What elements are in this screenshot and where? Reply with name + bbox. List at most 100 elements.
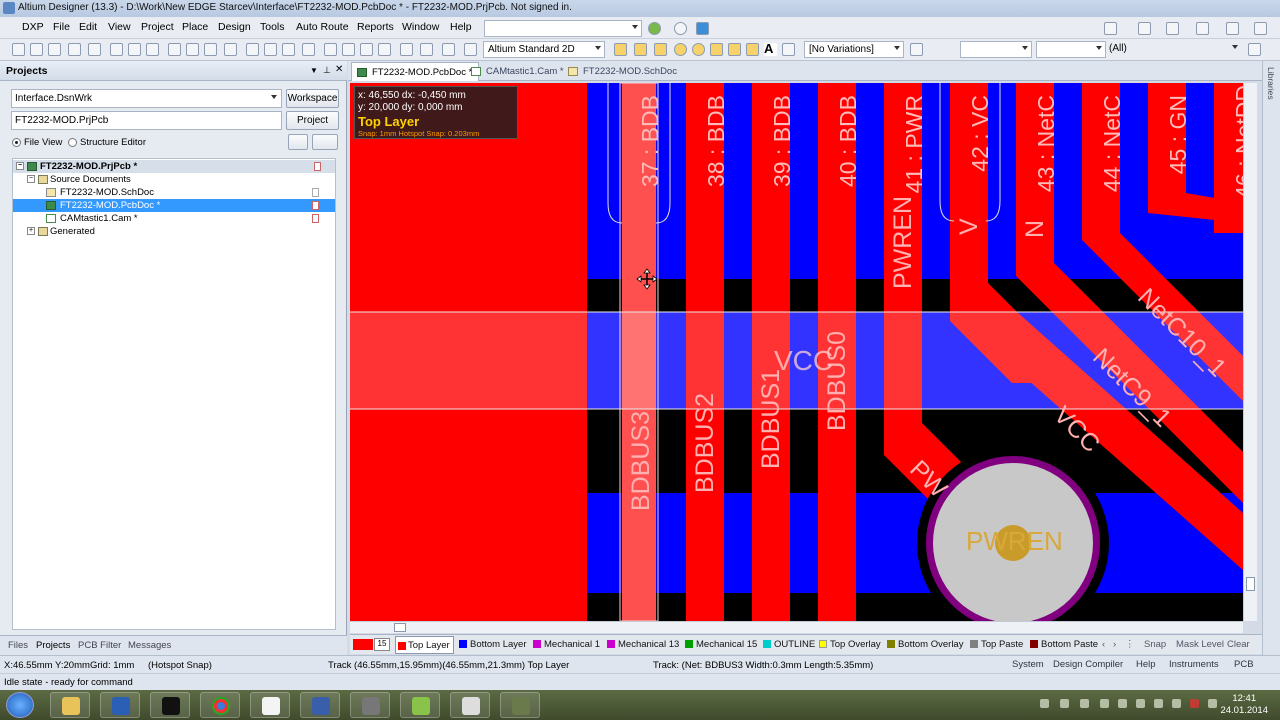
instruments-panel-button[interactable]: Instruments — [1169, 659, 1219, 670]
tree-generated-row[interactable]: + Generated — [13, 225, 335, 238]
zoom-area-icon[interactable] — [128, 43, 141, 56]
select-inside-icon[interactable] — [360, 43, 373, 56]
pcb-canvas[interactable]: 37 : BDB 38 : BDB 39 : BDB 40 : BDB 41 :… — [350, 83, 1243, 621]
cross-select-icon[interactable] — [168, 43, 181, 56]
menu-edit[interactable]: Edit — [79, 21, 97, 33]
menu-window[interactable]: Window — [402, 21, 439, 33]
tray-icon[interactable] — [1100, 699, 1109, 708]
scroll-thumb[interactable] — [1246, 577, 1255, 591]
start-button-icon[interactable] — [6, 692, 34, 718]
menu-project[interactable]: Project — [141, 21, 174, 33]
pin-icon[interactable]: ⊥ — [323, 65, 331, 76]
tab-outline[interactable]: OUTLINE — [763, 639, 815, 650]
menu-design[interactable]: Design — [218, 21, 251, 33]
calendar-taskbar-icon[interactable] — [250, 692, 290, 718]
tab-schdoc[interactable]: FT2232-MOD.SchDoc — [563, 62, 683, 81]
arc-icon[interactable] — [710, 43, 723, 56]
view-config-icon[interactable] — [1104, 22, 1117, 35]
close-panel-icon[interactable]: ✕ — [335, 64, 343, 75]
tab-projects[interactable]: Projects — [36, 640, 70, 651]
interactive-route-icon[interactable] — [614, 43, 627, 56]
paste-icon[interactable] — [282, 43, 295, 56]
tree-item-cam[interactable]: CAMtastic1.Cam * — [13, 212, 335, 225]
project-button[interactable]: Project — [286, 111, 339, 130]
structure-editor-radio[interactable] — [68, 138, 77, 147]
move-icon[interactable] — [342, 43, 355, 56]
filter-combo[interactable] — [960, 41, 1032, 58]
layer-set-icon[interactable] — [1138, 22, 1151, 35]
pcb-panel-button[interactable]: PCB — [1234, 659, 1254, 670]
libraries-tab[interactable]: Libraries — [1266, 67, 1276, 100]
view-mode-select[interactable]: Altium Standard 2D — [483, 41, 605, 58]
filter-kind-combo[interactable] — [1036, 41, 1106, 58]
variations-select[interactable]: [No Variations] — [804, 41, 904, 58]
tab-bottom-layer[interactable]: Bottom Layer — [459, 639, 527, 650]
clear-button[interactable]: Clear — [1227, 639, 1250, 650]
help-panel-button[interactable]: Help — [1136, 659, 1156, 670]
menu-place[interactable]: Place — [182, 21, 208, 33]
collapse-icon[interactable]: − — [16, 162, 24, 170]
copy-icon[interactable] — [264, 43, 277, 56]
clock[interactable]: 12:41 24.01.2014 — [1220, 693, 1268, 717]
tray-icon[interactable] — [1154, 699, 1163, 708]
open-icon[interactable] — [30, 43, 43, 56]
explorer-taskbar-icon[interactable] — [50, 692, 90, 718]
tab-mechanical-15[interactable]: Mechanical 15 — [685, 639, 757, 650]
tab-files[interactable]: Files — [8, 640, 28, 651]
expand-icon[interactable]: + — [27, 227, 35, 235]
tab-cam[interactable]: CAMtastic1.Cam * — [466, 62, 570, 81]
tray-icon[interactable] — [1080, 699, 1089, 708]
fill-icon[interactable] — [728, 43, 741, 56]
string-icon[interactable]: A — [764, 42, 777, 56]
tray-icon[interactable] — [1190, 699, 1199, 708]
tab-bottom-paste[interactable]: Bottom Paste — [1030, 639, 1098, 650]
tick-icon[interactable] — [224, 43, 237, 56]
menu-tools[interactable]: Tools — [260, 21, 285, 33]
menu-auto-route[interactable]: Auto Route — [296, 21, 349, 33]
tray-icon[interactable] — [1172, 699, 1181, 708]
tree-item-pcbdoc[interactable]: FT2232-MOD.PcbDoc * — [13, 199, 335, 212]
tree-folder-row[interactable]: − Source Documents — [13, 173, 335, 186]
menu-file[interactable]: File — [53, 21, 70, 33]
save-taskbar-icon[interactable] — [300, 692, 340, 718]
clear-selection-icon[interactable] — [378, 43, 391, 56]
grid-icon[interactable] — [782, 43, 795, 56]
collapse-icon[interactable]: − — [27, 175, 35, 183]
new-icon[interactable] — [12, 43, 25, 56]
print-preview-icon[interactable] — [88, 43, 101, 56]
deselect-icon[interactable] — [204, 43, 217, 56]
vertical-scrollbar[interactable] — [1243, 83, 1257, 621]
scroll-right-icon[interactable]: › — [1113, 639, 1116, 650]
menu-dxp[interactable]: DXP — [22, 21, 44, 33]
path-combo[interactable] — [484, 20, 642, 37]
tab-top-paste[interactable]: Top Paste — [970, 639, 1023, 650]
panel-menu-icon[interactable]: ▼ — [310, 66, 318, 75]
browse-icon[interactable] — [464, 43, 477, 56]
compile-icon[interactable] — [288, 134, 308, 150]
zoom-selected-icon[interactable] — [146, 43, 159, 56]
rubber-stamp-icon[interactable] — [302, 43, 315, 56]
select-rect-icon[interactable] — [324, 43, 337, 56]
tray-icon[interactable] — [1040, 699, 1049, 708]
menu-help[interactable]: Help — [450, 21, 472, 33]
tab-top-overlay[interactable]: Top Overlay — [819, 639, 881, 650]
undo-icon[interactable] — [400, 43, 413, 56]
tab-messages[interactable]: Messages — [128, 640, 171, 651]
tray-icon[interactable] — [1118, 699, 1127, 708]
zoom-fit-icon[interactable] — [110, 43, 123, 56]
terminal-taskbar-icon[interactable] — [150, 692, 190, 718]
tab-bottom-overlay[interactable]: Bottom Overlay — [887, 639, 963, 650]
altium-taskbar-icon[interactable] — [400, 692, 440, 718]
tab-mechanical-1[interactable]: Mechanical 1 — [533, 639, 600, 650]
filter-clear-icon[interactable] — [1248, 43, 1261, 56]
tool-taskbar-icon[interactable] — [500, 692, 540, 718]
redo-icon[interactable] — [420, 43, 433, 56]
tree-item-schdoc[interactable]: FT2232-MOD.SchDoc — [13, 186, 335, 199]
cut-icon[interactable] — [246, 43, 259, 56]
menu-view[interactable]: View — [108, 21, 131, 33]
device-taskbar-icon[interactable] — [350, 692, 390, 718]
select-icon[interactable] — [186, 43, 199, 56]
tab-pcb-filter[interactable]: PCB Filter — [78, 640, 121, 651]
diff-pair-route-icon[interactable] — [634, 43, 647, 56]
tray-icon[interactable] — [1136, 699, 1145, 708]
